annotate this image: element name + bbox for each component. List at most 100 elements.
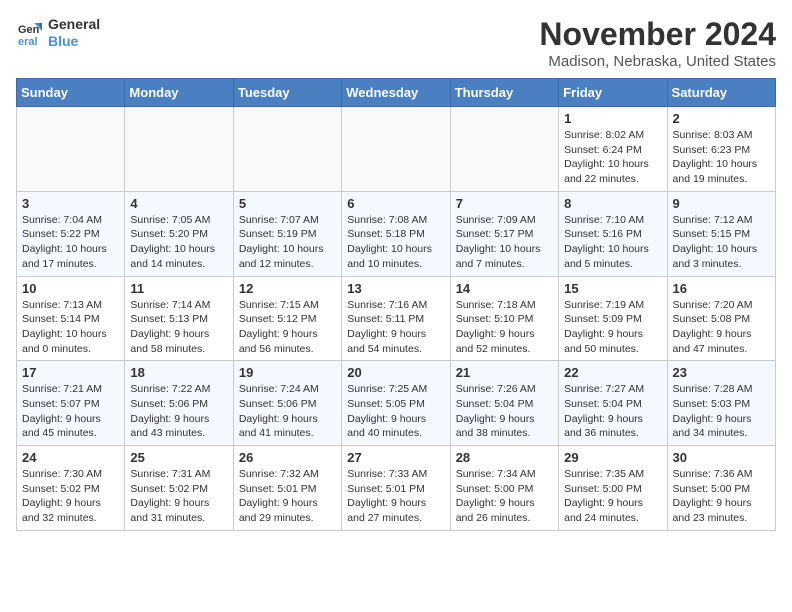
calendar-cell: 30 Sunrise: 7:36 AM Sunset: 5:00 PM Dayli…: [667, 446, 775, 531]
day-info: Sunrise: 7:27 AM Sunset: 5:04 PM Dayligh…: [564, 382, 661, 441]
calendar-cell: 9 Sunrise: 7:12 AM Sunset: 5:15 PM Daylig…: [667, 191, 775, 276]
calendar-cell: 11Sunrise: 7:14 AM Sunset: 5:13 PM Dayli…: [125, 276, 233, 361]
calendar-week-row: 1 Sunrise: 8:02 AM Sunset: 6:24 PM Daylig…: [17, 107, 776, 192]
calendar-cell: 20 Sunrise: 7:25 AM Sunset: 5:05 PM Dayli…: [342, 361, 450, 446]
calendar-cell: [17, 107, 125, 192]
day-info: Sunrise: 7:34 AM Sunset: 5:00 PM Dayligh…: [456, 467, 553, 526]
day-number: 1: [564, 111, 661, 126]
weekday-header-monday: Monday: [125, 79, 233, 107]
day-info: Sunrise: 7:32 AM Sunset: 5:01 PM Dayligh…: [239, 467, 336, 526]
day-info: Sunrise: 7:14 AM Sunset: 5:13 PM Dayligh…: [130, 298, 227, 357]
day-info: Sunrise: 7:09 AM Sunset: 5:17 PM Dayligh…: [456, 213, 553, 272]
weekday-header-friday: Friday: [559, 79, 667, 107]
day-info: Sunrise: 7:18 AM Sunset: 5:10 PM Dayligh…: [456, 298, 553, 357]
day-number: 26: [239, 450, 336, 465]
calendar-cell: [125, 107, 233, 192]
calendar-cell: 14 Sunrise: 7:18 AM Sunset: 5:10 PM Dayli…: [450, 276, 558, 361]
day-info: Sunrise: 7:36 AM Sunset: 5:00 PM Dayligh…: [673, 467, 770, 526]
day-number: 9: [673, 196, 770, 211]
calendar-cell: 6 Sunrise: 7:08 AM Sunset: 5:18 PM Daylig…: [342, 191, 450, 276]
day-number: 12: [239, 281, 336, 296]
day-info: Sunrise: 7:30 AM Sunset: 5:02 PM Dayligh…: [22, 467, 119, 526]
calendar-cell: [450, 107, 558, 192]
day-number: 14: [456, 281, 553, 296]
day-info: Sunrise: 7:10 AM Sunset: 5:16 PM Dayligh…: [564, 213, 661, 272]
calendar-cell: 13Sunrise: 7:16 AM Sunset: 5:11 PM Dayli…: [342, 276, 450, 361]
svg-text:eral: eral: [18, 36, 38, 47]
calendar-cell: 5Sunrise: 7:07 AM Sunset: 5:19 PM Daylig…: [233, 191, 341, 276]
day-info: Sunrise: 8:03 AM Sunset: 6:23 PM Dayligh…: [673, 128, 770, 187]
day-info: Sunrise: 7:22 AM Sunset: 5:06 PM Dayligh…: [130, 382, 227, 441]
day-info: Sunrise: 7:15 AM Sunset: 5:12 PM Dayligh…: [239, 298, 336, 357]
day-number: 25: [130, 450, 227, 465]
day-info: Sunrise: 7:28 AM Sunset: 5:03 PM Dayligh…: [673, 382, 770, 441]
day-info: Sunrise: 7:26 AM Sunset: 5:04 PM Dayligh…: [456, 382, 553, 441]
day-info: Sunrise: 7:13 AM Sunset: 5:14 PM Dayligh…: [22, 298, 119, 357]
calendar-table: SundayMondayTuesdayWednesdayThursdayFrid…: [16, 78, 776, 531]
day-number: 23: [673, 365, 770, 380]
day-number: 3: [22, 196, 119, 211]
logo-text: General Blue: [48, 16, 100, 50]
day-info: Sunrise: 7:33 AM Sunset: 5:01 PM Dayligh…: [347, 467, 444, 526]
calendar-cell: [233, 107, 341, 192]
day-number: 2: [673, 111, 770, 126]
day-number: 8: [564, 196, 661, 211]
day-number: 19: [239, 365, 336, 380]
calendar-cell: 4 Sunrise: 7:05 AM Sunset: 5:20 PM Daylig…: [125, 191, 233, 276]
day-info: Sunrise: 7:24 AM Sunset: 5:06 PM Dayligh…: [239, 382, 336, 441]
calendar-week-row: 17 Sunrise: 7:21 AM Sunset: 5:07 PM Dayli…: [17, 361, 776, 446]
day-info: Sunrise: 7:08 AM Sunset: 5:18 PM Dayligh…: [347, 213, 444, 272]
calendar-week-row: 10 Sunrise: 7:13 AM Sunset: 5:14 PM Dayli…: [17, 276, 776, 361]
day-number: 28: [456, 450, 553, 465]
day-info: Sunrise: 7:12 AM Sunset: 5:15 PM Dayligh…: [673, 213, 770, 272]
calendar-cell: 22 Sunrise: 7:27 AM Sunset: 5:04 PM Dayli…: [559, 361, 667, 446]
day-number: 22: [564, 365, 661, 380]
day-number: 21: [456, 365, 553, 380]
day-number: 5: [239, 196, 336, 211]
day-info: Sunrise: 7:21 AM Sunset: 5:07 PM Dayligh…: [22, 382, 119, 441]
calendar-cell: 25 Sunrise: 7:31 AM Sunset: 5:02 PM Dayli…: [125, 446, 233, 531]
calendar-cell: 2 Sunrise: 8:03 AM Sunset: 6:23 PM Daylig…: [667, 107, 775, 192]
weekday-header-tuesday: Tuesday: [233, 79, 341, 107]
weekday-header-row: SundayMondayTuesdayWednesdayThursdayFrid…: [17, 79, 776, 107]
day-number: 17: [22, 365, 119, 380]
page-header: Gen eral General Blue November 2024 Madi…: [16, 16, 776, 70]
day-info: Sunrise: 7:19 AM Sunset: 5:09 PM Dayligh…: [564, 298, 661, 357]
month-year-title: November 2024: [539, 16, 776, 53]
day-info: Sunrise: 7:31 AM Sunset: 5:02 PM Dayligh…: [130, 467, 227, 526]
calendar-cell: 21 Sunrise: 7:26 AM Sunset: 5:04 PM Dayli…: [450, 361, 558, 446]
svg-text:Gen: Gen: [18, 24, 40, 36]
weekday-header-saturday: Saturday: [667, 79, 775, 107]
weekday-header-thursday: Thursday: [450, 79, 558, 107]
calendar-cell: 28 Sunrise: 7:34 AM Sunset: 5:00 PM Dayli…: [450, 446, 558, 531]
calendar-week-row: 3 Sunrise: 7:04 AM Sunset: 5:22 PM Daylig…: [17, 191, 776, 276]
day-info: Sunrise: 7:16 AM Sunset: 5:11 PM Dayligh…: [347, 298, 444, 357]
calendar-cell: 1 Sunrise: 8:02 AM Sunset: 6:24 PM Daylig…: [559, 107, 667, 192]
logo-icon: Gen eral: [16, 19, 44, 47]
day-number: 18: [130, 365, 227, 380]
calendar-cell: 26 Sunrise: 7:32 AM Sunset: 5:01 PM Dayli…: [233, 446, 341, 531]
day-number: 16: [673, 281, 770, 296]
weekday-header-wednesday: Wednesday: [342, 79, 450, 107]
calendar-cell: 29Sunrise: 7:35 AM Sunset: 5:00 PM Dayli…: [559, 446, 667, 531]
logo: Gen eral General Blue: [16, 16, 100, 50]
day-info: Sunrise: 7:35 AM Sunset: 5:00 PM Dayligh…: [564, 467, 661, 526]
day-info: Sunrise: 7:04 AM Sunset: 5:22 PM Dayligh…: [22, 213, 119, 272]
day-number: 6: [347, 196, 444, 211]
day-number: 15: [564, 281, 661, 296]
title-area: November 2024 Madison, Nebraska, United …: [539, 16, 776, 70]
calendar-cell: [342, 107, 450, 192]
day-number: 4: [130, 196, 227, 211]
location-subtitle: Madison, Nebraska, United States: [539, 53, 776, 70]
day-number: 30: [673, 450, 770, 465]
calendar-cell: 7Sunrise: 7:09 AM Sunset: 5:17 PM Daylig…: [450, 191, 558, 276]
calendar-cell: 18 Sunrise: 7:22 AM Sunset: 5:06 PM Dayli…: [125, 361, 233, 446]
day-number: 10: [22, 281, 119, 296]
day-info: Sunrise: 7:05 AM Sunset: 5:20 PM Dayligh…: [130, 213, 227, 272]
day-number: 20: [347, 365, 444, 380]
day-info: Sunrise: 7:25 AM Sunset: 5:05 PM Dayligh…: [347, 382, 444, 441]
day-number: 27: [347, 450, 444, 465]
calendar-cell: 16 Sunrise: 7:20 AM Sunset: 5:08 PM Dayli…: [667, 276, 775, 361]
day-info: Sunrise: 8:02 AM Sunset: 6:24 PM Dayligh…: [564, 128, 661, 187]
day-info: Sunrise: 7:20 AM Sunset: 5:08 PM Dayligh…: [673, 298, 770, 357]
